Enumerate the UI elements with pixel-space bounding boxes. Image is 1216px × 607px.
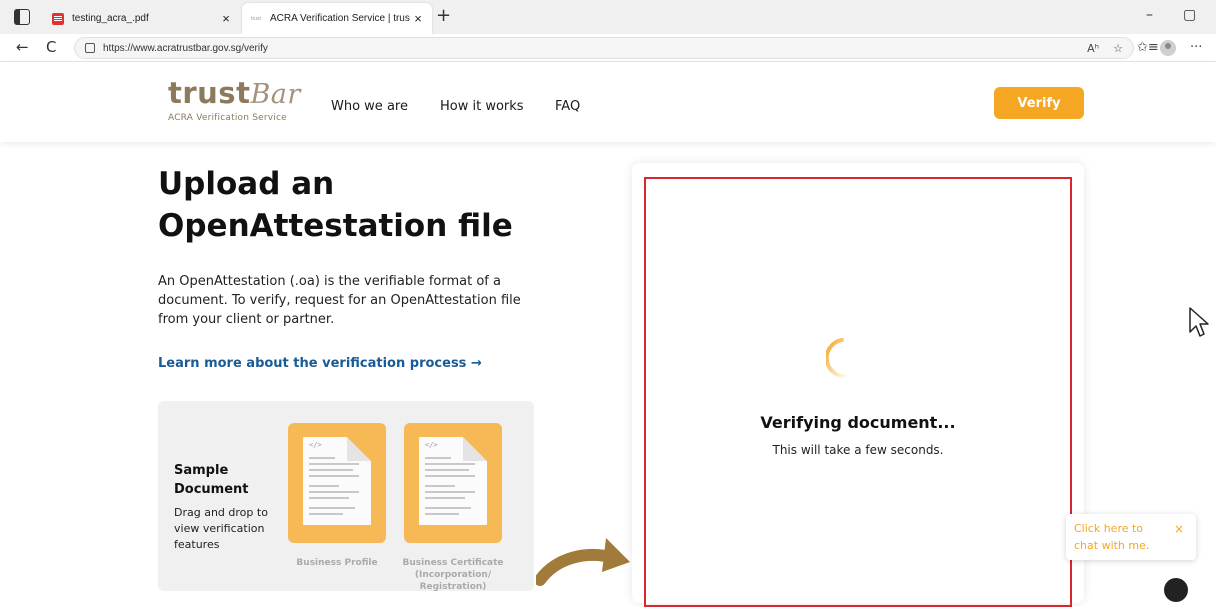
nav-who-we-are[interactable]: Who we are [331,99,408,114]
browser-tab-bar: testing_acra_.pdf × trust ACRA Verificat… [0,0,1216,34]
read-aloud-icon[interactable]: Aʰ [1087,42,1099,55]
sample-document-card: Sample Document Drag and drop to view ve… [158,401,534,591]
logo-word: trust [168,76,251,110]
new-tab-button[interactable]: + [436,5,451,26]
loading-spinner-icon [826,338,850,379]
sample-description: Drag and drop to view verification featu… [174,506,268,551]
more-options-icon[interactable]: ··· [1190,40,1202,55]
trustbar-logo[interactable]: trustBar ACRA Verification Service [168,78,301,123]
tab-acra-verify[interactable]: trust ACRA Verification Service | trustB… [242,3,432,34]
close-icon[interactable]: × [410,11,426,26]
address-bar: ← C https://www.acratrustbar.gov.sg/veri… [0,34,1216,62]
close-icon[interactable]: × [218,11,234,26]
tab-pdf[interactable]: testing_acra_.pdf × [44,3,240,34]
url-field[interactable]: https://www.acratrustbar.gov.sg/verify A… [74,37,1134,59]
code-icon: </> [309,441,322,449]
page-description: An OpenAttestation (.oa) is the verifiab… [158,274,521,327]
tab-title: testing_acra_.pdf [72,13,149,24]
restore-button[interactable]: ▢ [1183,7,1196,23]
verifying-subtext: This will take a few seconds. [772,443,944,457]
nav-how-it-works[interactable]: How it works [440,99,524,114]
mouse-cursor-icon [1189,307,1209,337]
favorite-star-icon[interactable]: ☆ [1113,42,1123,55]
sample-title: Sample Document [174,463,249,497]
curved-arrow-icon [536,538,630,586]
chat-bubble[interactable]: Click here to chat with me. × [1066,514,1196,560]
document-icon: </> [419,437,487,525]
collections-icon[interactable]: ✩≡ [1137,40,1159,55]
pdf-icon [52,12,64,25]
back-button[interactable]: ← [16,38,29,56]
nav-faq[interactable]: FAQ [555,99,580,114]
sample-doc-business-certificate[interactable]: </> [404,423,502,543]
learn-more-link[interactable]: Learn more about the verification proces… [158,356,482,371]
close-icon[interactable]: × [1174,522,1184,536]
document-icon: </> [303,437,371,525]
file-drop-zone[interactable] [644,177,1072,607]
refresh-button[interactable]: C [46,38,56,56]
sample-doc-business-profile[interactable]: </> [288,423,386,543]
lock-icon[interactable] [85,43,95,53]
url-text: https://www.acratrustbar.gov.sg/verify [103,42,268,54]
verify-button[interactable]: Verify [994,87,1084,119]
chat-prompt[interactable]: Click here to chat with me. [1074,520,1164,554]
tab-actions-icon[interactable] [14,9,30,25]
sample-doc-label: Business Profile [296,558,378,568]
trustbar-favicon-icon: trust [251,15,261,22]
page-title: Upload an OpenAttestation file [158,166,513,244]
logo-subtitle: ACRA Verification Service [168,113,287,123]
minimize-button[interactable]: – [1146,7,1153,23]
profile-avatar[interactable] [1160,40,1176,56]
code-icon: </> [425,441,438,449]
tab-title: ACRA Verification Service | trustBar [270,13,410,24]
verifying-status: Verifying document... [760,413,956,432]
sample-doc-label: Business Certificate (Incorporation/ Reg… [402,558,504,591]
logo-script: Bar [250,79,301,110]
site-header: trustBar ACRA Verification Service Who w… [0,62,1216,142]
chat-avatar-icon[interactable] [1164,578,1188,602]
